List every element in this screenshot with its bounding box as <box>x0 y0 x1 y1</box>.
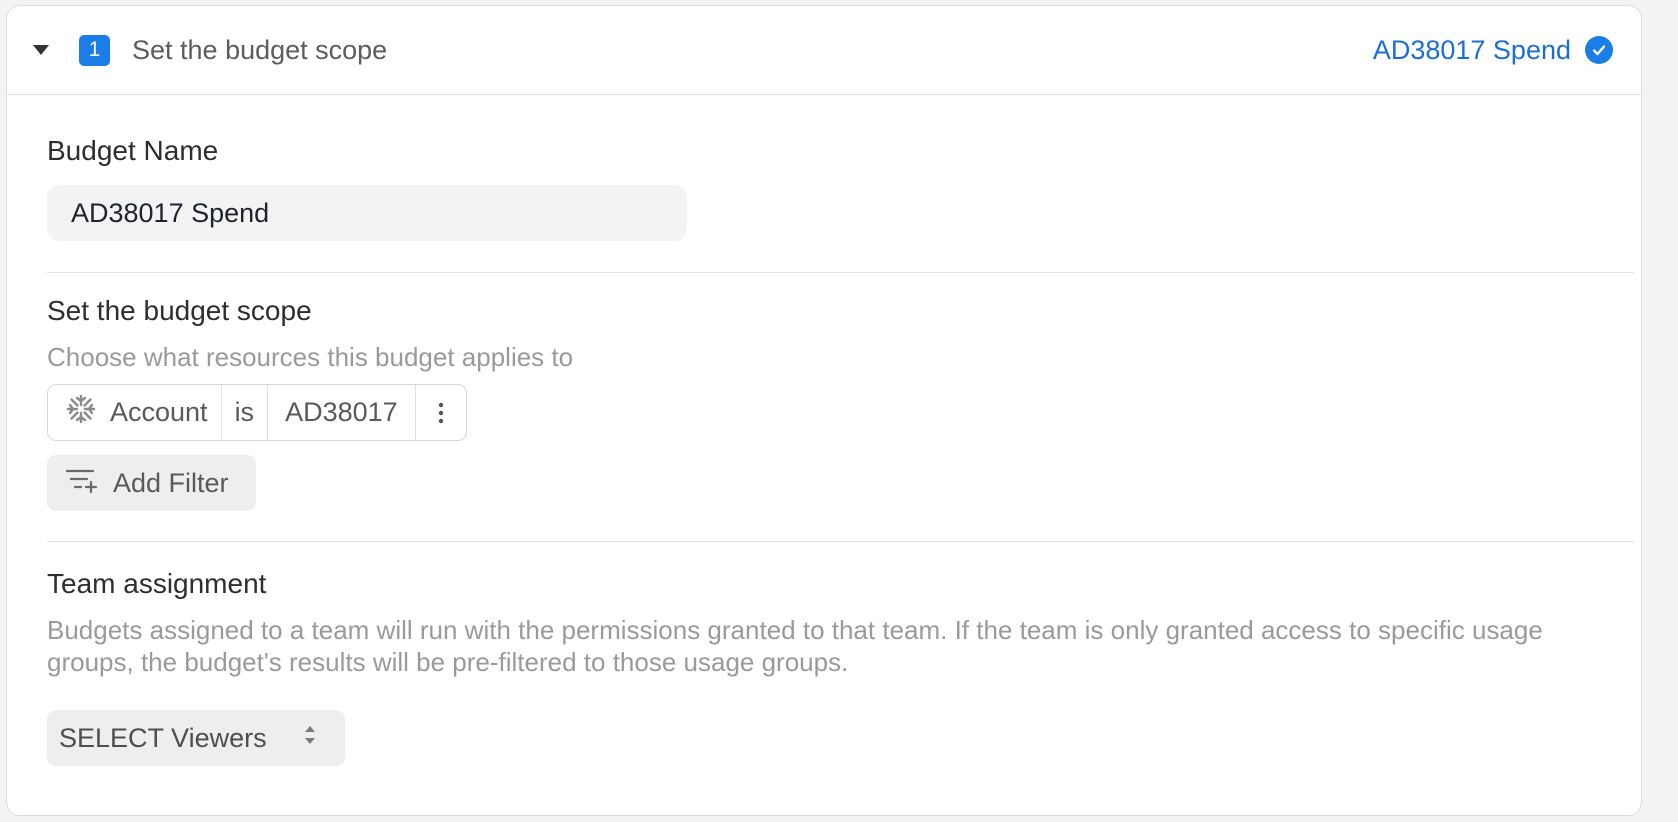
team-section: Team assignment Budgets assigned to a te… <box>47 542 1601 766</box>
add-filter-button[interactable]: Add Filter <box>47 455 256 511</box>
scope-title: Set the budget scope <box>47 295 312 326</box>
scope-description: Choose what resources this budget applie… <box>47 342 574 372</box>
step-header[interactable]: 1 Set the budget scope AD38017 Spend <box>7 6 1641 95</box>
filter-field[interactable]: Account <box>48 385 222 440</box>
budget-name-input[interactable] <box>47 185 687 241</box>
step-body: Budget Name Set the budget scope Choose … <box>7 95 1641 766</box>
filter-value[interactable]: AD38017 <box>268 385 416 440</box>
more-vertical-icon[interactable] <box>416 385 466 440</box>
caret-down-icon[interactable] <box>33 45 49 55</box>
step-number-badge: 1 <box>79 34 110 66</box>
budget-scope-card: 1 Set the budget scope AD38017 Spend Bud… <box>6 5 1642 816</box>
check-circle-icon <box>1585 36 1613 64</box>
filter-add-icon <box>65 467 113 500</box>
sort-arrows-icon <box>303 723 317 754</box>
account-filter-pill[interactable]: Account is AD38017 <box>47 384 467 441</box>
team-description: Budgets assigned to a team will run with… <box>47 615 1543 677</box>
team-title: Team assignment <box>47 568 267 599</box>
step-title: Set the budget scope <box>132 34 388 65</box>
scope-section: Set the budget scope Choose what resourc… <box>47 273 1601 541</box>
viewers-select[interactable]: SELECT Viewers <box>47 710 345 766</box>
snowflake-icon <box>66 394 96 431</box>
step-summary: AD38017 Spend <box>1373 35 1613 66</box>
step-summary-text: AD38017 Spend <box>1372 34 1571 65</box>
filter-field-label: Account <box>110 397 208 427</box>
viewers-select-label: SELECT Viewers <box>59 722 267 753</box>
filter-operator[interactable]: is <box>222 385 269 440</box>
add-filter-label: Add Filter <box>113 467 229 498</box>
budget-name-label: Budget Name <box>47 135 219 166</box>
budget-name-section: Budget Name <box>47 135 1601 272</box>
